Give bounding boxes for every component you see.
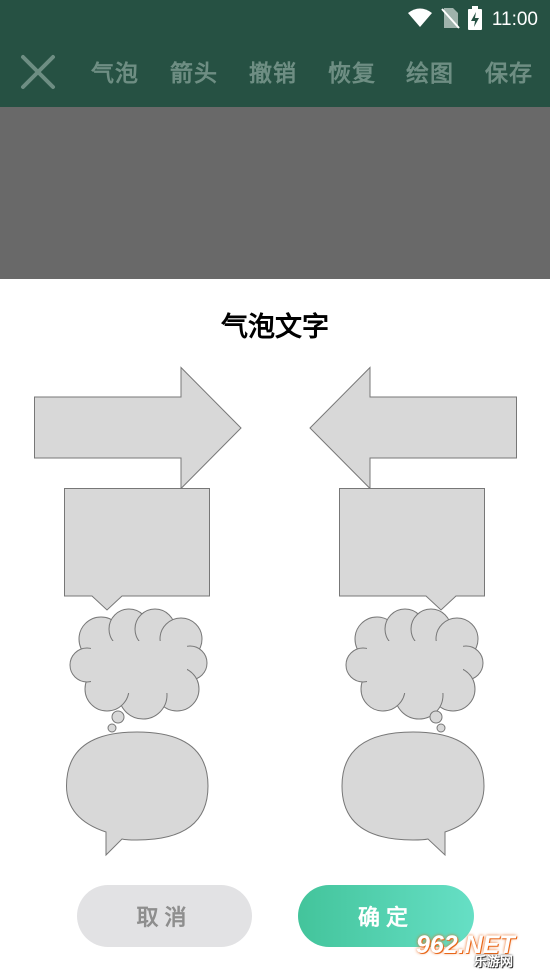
status-time: 11:00 xyxy=(491,9,538,30)
no-sim-icon xyxy=(440,7,460,33)
oval-callout-left-shape[interactable] xyxy=(65,731,210,857)
bubble-text-dialog: 气泡文字 取消 确定 xyxy=(0,279,550,977)
cloud-bubble-left-shape[interactable] xyxy=(67,607,209,737)
toolbar-save-button[interactable]: 保存 xyxy=(485,54,533,88)
cloud-bubble-right-shape[interactable] xyxy=(343,607,485,737)
oval-callout-right-shape[interactable] xyxy=(341,731,485,857)
watermark-logo: 962.NET 乐游网 xyxy=(416,931,544,971)
rect-callout-right-shape[interactable] xyxy=(339,488,486,612)
dialog-title: 气泡文字 xyxy=(221,312,329,343)
status-icons: 11:00 xyxy=(407,6,538,34)
close-button[interactable] xyxy=(16,50,60,94)
status-bar: 11:00 xyxy=(0,0,550,36)
close-icon xyxy=(21,55,55,89)
cancel-button[interactable]: 取消 xyxy=(77,885,252,947)
toolbar-undo-button[interactable]: 撤销 xyxy=(249,54,297,88)
arrow-right-shape[interactable] xyxy=(34,366,242,490)
canvas-area xyxy=(0,107,550,279)
toolbar: 气泡 箭头 撤销 恢复 绘图 保存 xyxy=(0,36,550,107)
watermark-sub: 乐游网 xyxy=(474,955,514,970)
rect-callout-left-shape[interactable] xyxy=(64,488,211,612)
toolbar-draw-button[interactable]: 绘图 xyxy=(406,54,454,88)
battery-charging-icon xyxy=(467,6,482,34)
arrow-left-shape[interactable] xyxy=(309,366,517,490)
toolbar-arrow-button[interactable]: 箭头 xyxy=(170,54,218,88)
wifi-icon xyxy=(407,8,432,32)
toolbar-redo-button[interactable]: 恢复 xyxy=(328,54,376,88)
toolbar-bubble-button[interactable]: 气泡 xyxy=(91,54,139,88)
